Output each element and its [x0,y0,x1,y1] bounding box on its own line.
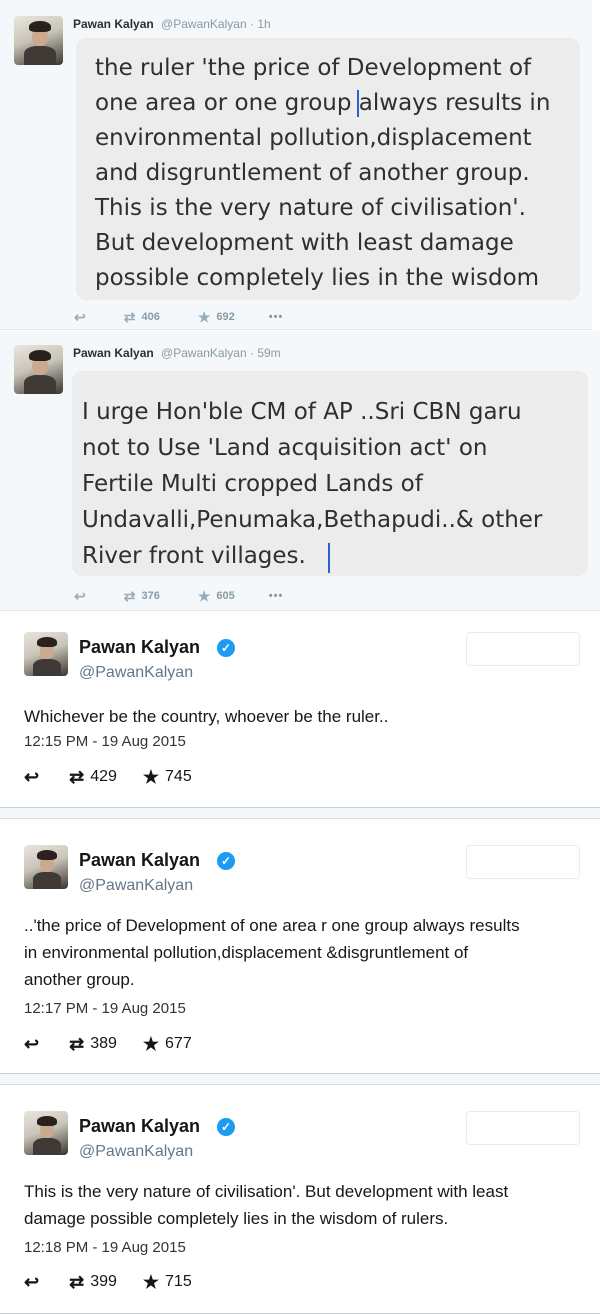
tweet-text-line: damage possible completely lies in the w… [24,1209,449,1228]
tweet-timestamp[interactable]: 12:18 PM - 19 Aug 2015 [24,1239,186,1256]
reply-icon[interactable]: ↩ [74,588,86,605]
tweet-actions: ↩ ⇄ 389 ★ 677 [24,1033,192,1055]
tweet-header: Pawan Kalyan @PawanKalyan · 1h [73,17,271,31]
retweet-icon[interactable]: ⇄ [124,588,136,605]
tweet-timestamp[interactable]: 12:17 PM - 19 Aug 2015 [24,1000,186,1017]
retweet-count: 376 [141,590,160,602]
retweet-icon[interactable]: ⇄ [124,309,136,326]
reply-icon[interactable]: ↩ [24,767,39,788]
tweet-text-line: This is the very nature of civilisation'… [24,1182,509,1201]
reply-icon[interactable]: ↩ [24,1034,39,1055]
image-text-line: one area or one group always results in [95,90,550,116]
verified-badge-icon: ✓ [217,1118,235,1136]
tweet-card-1: Pawan Kalyan ✓ @PawanKalyan Whichever be… [0,612,600,808]
author-handle[interactable]: @PawanKalyan [161,346,247,360]
follow-button[interactable] [466,632,580,666]
tweet-image[interactable]: the ruler 'the price of Development of o… [76,38,580,300]
avatar[interactable] [14,345,63,394]
image-text-line: and disgruntlement of another group. [95,160,530,186]
tweet-time[interactable]: 1h [257,17,270,31]
image-text-line: the ruler 'the price of Development of [95,55,532,81]
favorite-count: 605 [216,590,235,602]
image-text-line: possible completely lies in the wisdom [95,265,540,291]
separator-dot: · [249,17,254,31]
reply-icon[interactable]: ↩ [74,309,86,326]
avatar[interactable] [24,1111,68,1155]
retweet-count: 399 [90,1273,117,1290]
image-text-line: one area or one group always results in [95,90,551,116]
author-name[interactable]: Pawan Kalyan [73,17,154,31]
star-icon[interactable]: ★ [143,1272,159,1293]
star-icon[interactable]: ★ [143,767,159,788]
author-name[interactable]: Pawan Kalyan [73,346,154,360]
tweet-image[interactable]: I urge Hon'ble CM of AP ..Sri CBN garu n… [72,371,588,576]
star-icon[interactable]: ★ [198,588,211,605]
separator [0,808,600,818]
avatar[interactable] [24,632,68,676]
tweet-card-3: Pawan Kalyan ✓ @PawanKalyan This is the … [0,1084,600,1314]
tweet-text-line: another group. [24,970,135,989]
tweet-screenshot-1: Pawan Kalyan @PawanKalyan · 1h the ruler… [0,0,592,330]
favorite-count: 715 [165,1273,192,1290]
retweet-icon[interactable]: ⇄ [69,1272,84,1293]
avatar[interactable] [24,845,68,889]
retweet-count: 429 [90,768,117,785]
author-name[interactable]: Pawan Kalyan [79,850,200,871]
favorite-count: 677 [165,1035,192,1052]
author-name[interactable]: Pawan Kalyan [79,637,200,658]
more-icon[interactable]: ••• [269,590,284,602]
image-text-line: I urge Hon'ble CM of AP ..Sri CBN garu [82,399,522,425]
image-text-line: But development with least damage [95,230,514,256]
more-icon[interactable]: ••• [269,311,284,323]
tweet-actions: ↩ ⇄ 399 ★ 715 [24,1271,192,1293]
retweet-count: 389 [90,1035,117,1052]
image-text-line: Undavalli,Penumaka,Bethapudi..& other [82,507,543,533]
star-icon[interactable]: ★ [143,1034,159,1055]
tweet-text-line: in environmental pollution,displacement … [24,943,469,962]
tweet-card-2: Pawan Kalyan ✓ @PawanKalyan ..'the price… [0,818,600,1074]
tweet-actions: ↩ ⇄ 406 ★ 692 ••• [74,308,374,326]
tweet-time[interactable]: 59m [257,346,280,360]
follow-button[interactable] [466,845,580,879]
retweet-count: 406 [141,311,160,323]
tweet-actions: ↩ ⇄ 376 ★ 605 ••• [74,587,374,605]
image-text-line: This is the very nature of civilisation'… [95,195,526,221]
text-caret [328,543,330,573]
author-handle[interactable]: @PawanKalyan [161,17,247,31]
favorite-count: 692 [216,311,235,323]
separator [0,1074,600,1084]
image-text-line: not to Use 'Land acquisition act' on [82,435,488,461]
tweet-timestamp[interactable]: 12:15 PM - 19 Aug 2015 [24,733,186,750]
author-handle[interactable]: @PawanKalyan [79,664,193,682]
author-handle[interactable]: @PawanKalyan [79,1143,193,1161]
image-text-line: River front villages. [82,543,306,569]
separator-dot: · [249,346,254,360]
image-text-line: Fertile Multi cropped Lands of [82,471,423,497]
verified-badge-icon: ✓ [217,639,235,657]
favorite-count: 745 [165,768,192,785]
tweet-screenshot-2: Pawan Kalyan @PawanKalyan · 59m I urge H… [0,331,600,611]
star-icon[interactable]: ★ [198,309,211,326]
author-handle[interactable]: @PawanKalyan [79,877,193,895]
tweet-header: Pawan Kalyan @PawanKalyan · 59m [73,346,281,360]
retweet-icon[interactable]: ⇄ [69,1034,84,1055]
follow-button[interactable] [466,1111,580,1145]
tweet-actions: ↩ ⇄ 429 ★ 745 [24,766,192,788]
text-caret [357,90,359,117]
verified-badge-icon: ✓ [217,852,235,870]
tweet-text-line: Whichever be the country, whoever be the… [24,707,389,726]
tweet-text-line: ..'the price of Development of one area … [24,916,520,935]
retweet-icon[interactable]: ⇄ [69,767,84,788]
author-name[interactable]: Pawan Kalyan [79,1116,200,1137]
reply-icon[interactable]: ↩ [24,1272,39,1293]
avatar[interactable] [14,16,63,65]
image-text-line: environmental pollution,displacement [95,125,532,151]
